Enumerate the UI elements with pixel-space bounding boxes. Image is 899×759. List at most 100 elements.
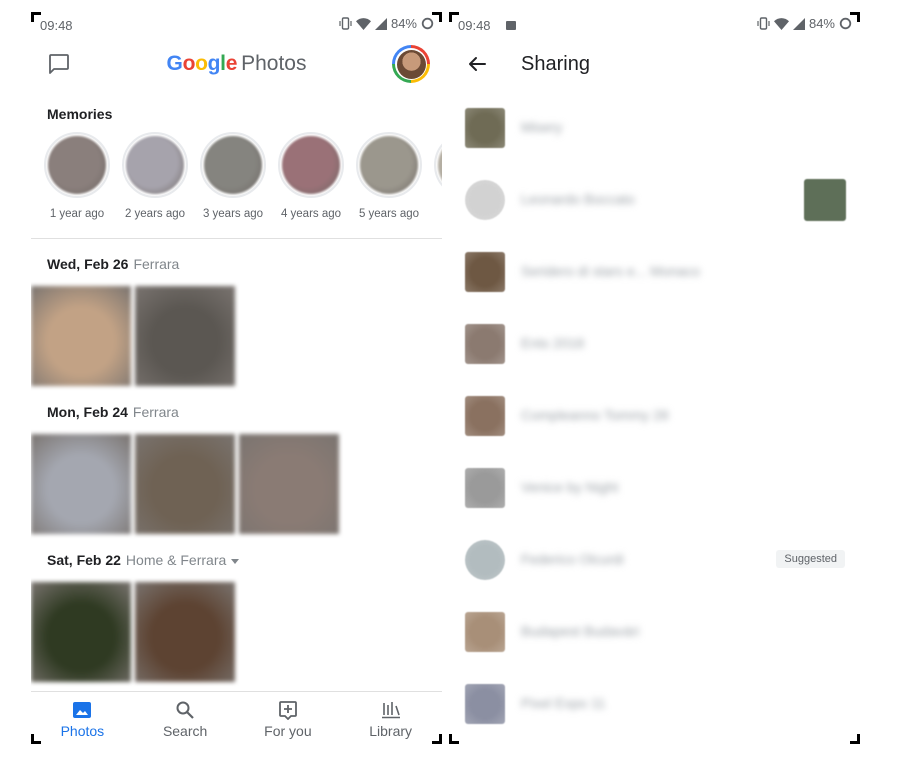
google-photos-screen: 09:48 84% Google Photos Memories 1 year a… xyxy=(31,12,442,744)
top-app-bar: Sharing xyxy=(449,42,860,86)
top-app-bar: Google Photos xyxy=(31,42,442,86)
memory-label: 1 year ago xyxy=(49,208,105,220)
share-name: Seridero di stars e... Monaco xyxy=(521,263,700,279)
status-system-icons: 84% xyxy=(339,16,434,31)
nav-item-photos[interactable]: Photos xyxy=(31,692,134,744)
album-thumbnail xyxy=(465,468,505,508)
dropdown-caret-icon[interactable] xyxy=(231,558,240,564)
photos-wordmark: Photos xyxy=(241,52,307,75)
avatar-photo xyxy=(396,49,426,79)
memory-cover xyxy=(278,132,344,198)
memory-cover xyxy=(122,132,188,198)
memory-item[interactable]: 6 xyxy=(431,132,442,220)
share-name: Leonardo Boccato xyxy=(521,191,635,207)
photo-thumbnail[interactable] xyxy=(31,582,131,682)
divider xyxy=(31,238,442,239)
signal-icon xyxy=(374,17,387,30)
back-arrow-icon[interactable] xyxy=(465,52,489,76)
nav-label: For you xyxy=(264,723,312,739)
sharing-list-item[interactable]: Leonardo Boccato xyxy=(449,166,860,238)
memories-heading: Memories xyxy=(47,106,113,122)
memory-cover xyxy=(44,132,110,198)
album-thumbnail xyxy=(465,396,505,436)
memory-cover xyxy=(200,132,266,198)
status-bar: 09:48 84% xyxy=(31,12,442,38)
date-label: Wed, Feb 26 xyxy=(47,256,129,272)
album-thumbnail xyxy=(465,252,505,292)
account-avatar[interactable] xyxy=(392,45,430,83)
sharing-list-item[interactable]: Misery xyxy=(449,94,860,166)
date-header: Sat, Feb 22 Home & Ferrara xyxy=(47,552,240,568)
status-bar: 09:48 84% xyxy=(449,12,860,38)
sharing-list-item[interactable]: Venice by Night xyxy=(449,454,860,526)
sharing-list-item[interactable]: Budapest Budavári xyxy=(449,598,860,670)
photo-thumbnail[interactable] xyxy=(135,286,235,386)
sharing-list-item[interactable]: Federico Olcurdi Suggested xyxy=(449,526,860,598)
bottom-navigation: Photos Search For you Library xyxy=(31,691,442,744)
sharing-list-item[interactable]: Compleanno Tommy 28 xyxy=(449,382,860,454)
nav-item-for-you[interactable]: For you xyxy=(237,692,340,744)
album-thumbnail xyxy=(465,108,505,148)
sharing-screen: 09:48 84% Sharing Misery Leonardo Boccato… xyxy=(449,12,860,744)
memory-cover xyxy=(356,132,422,198)
album-thumbnail xyxy=(465,684,505,724)
status-time: 09:48 xyxy=(458,18,491,33)
location-label: Ferrara xyxy=(132,404,179,420)
nav-label: Library xyxy=(369,723,413,739)
status-system-icons: 84% xyxy=(757,16,852,31)
nav-item-search[interactable]: Search xyxy=(134,692,237,744)
vibrate-icon xyxy=(757,17,770,30)
signal-icon xyxy=(792,17,805,30)
sharing-list-item[interactable]: Seridero di stars e... Monaco xyxy=(449,238,860,310)
date-label: Mon, Feb 24 xyxy=(47,404,128,420)
photo-thumbnail[interactable] xyxy=(31,434,131,534)
memory-label: 5 years ago xyxy=(358,208,420,220)
sharing-list-item[interactable]: Ents 2018 xyxy=(449,310,860,382)
album-thumbnail xyxy=(465,324,505,364)
nav-label: Photos xyxy=(60,723,105,739)
location-label: Ferrara xyxy=(133,256,180,272)
share-name: Compleanno Tommy 28 xyxy=(521,407,669,423)
photo-thumbnail[interactable] xyxy=(135,582,235,682)
memory-item[interactable]: 3 years ago xyxy=(197,132,269,220)
for-you-icon xyxy=(277,700,299,720)
shared-photo-thumbnail xyxy=(804,179,846,221)
memories-carousel[interactable]: 1 year ago 2 years ago 3 years ago 4 years … xyxy=(41,132,442,232)
library-icon xyxy=(380,700,402,720)
photo-thumbnail[interactable] xyxy=(135,434,235,534)
status-time: 09:48 xyxy=(40,18,73,33)
memory-cover xyxy=(434,132,442,198)
album-thumbnail xyxy=(465,612,505,652)
memory-item[interactable]: 4 years ago xyxy=(275,132,347,220)
battery-percent: 84% xyxy=(390,16,417,31)
share-name: Pixel Expo 11 xyxy=(521,695,606,711)
share-name: Ents 2018 xyxy=(521,335,585,351)
date-label: Sat, Feb 22 xyxy=(47,552,121,568)
wifi-icon xyxy=(773,17,789,30)
memory-label: 3 years ago xyxy=(202,208,264,220)
battery-percent: 84% xyxy=(808,16,835,31)
search-icon xyxy=(174,700,196,720)
memory-item[interactable]: 5 years ago xyxy=(353,132,425,220)
image-notification-icon xyxy=(506,21,516,30)
nav-label: Search xyxy=(162,723,208,739)
page-title: Sharing xyxy=(521,53,590,75)
share-name: Venice by Night xyxy=(521,479,619,495)
memory-item[interactable]: 1 year ago xyxy=(41,132,113,220)
location-label[interactable]: Home & Ferrara xyxy=(126,552,226,568)
contact-avatar xyxy=(465,540,505,580)
suggested-badge: Suggested xyxy=(776,550,845,568)
vibrate-icon xyxy=(339,17,352,30)
share-name: Budapest Budavári xyxy=(521,623,640,639)
date-header: Wed, Feb 26 Ferrara xyxy=(47,256,179,272)
photo-thumbnail[interactable] xyxy=(31,286,131,386)
nav-item-library[interactable]: Library xyxy=(339,692,442,744)
photo-thumbnail[interactable] xyxy=(239,434,339,534)
wifi-icon xyxy=(355,17,371,30)
sharing-list-item[interactable]: Pixel Expo 11 xyxy=(449,670,860,742)
date-header: Mon, Feb 24 Ferrara xyxy=(47,404,179,420)
google-wordmark: Google xyxy=(166,52,238,75)
share-name: Misery xyxy=(521,119,563,135)
memory-item[interactable]: 2 years ago xyxy=(119,132,191,220)
memory-label: 2 years ago xyxy=(124,208,186,220)
